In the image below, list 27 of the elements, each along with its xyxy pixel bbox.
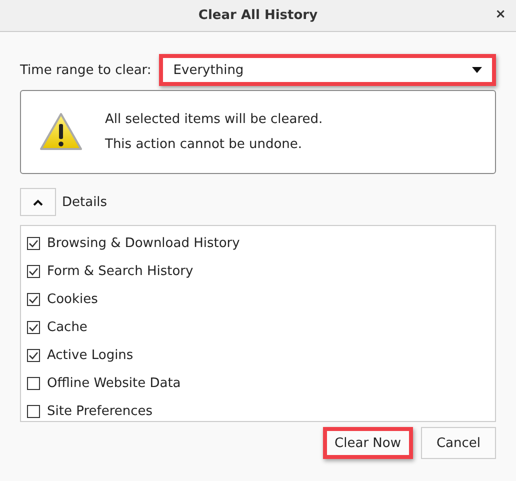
checkbox-label[interactable]: Cookies: [47, 292, 98, 306]
checkbox-label[interactable]: Site Preferences: [47, 404, 153, 418]
checkbox[interactable]: [27, 264, 40, 278]
checkbox-label[interactable]: Offline Website Data: [47, 376, 181, 390]
window-title: Clear All History: [198, 8, 318, 23]
checkbox-label[interactable]: Form & Search History: [47, 264, 194, 278]
checkbox[interactable]: [27, 376, 40, 390]
checkbox[interactable]: [27, 236, 40, 250]
checkbox[interactable]: [27, 320, 40, 334]
checkbox[interactable]: [27, 292, 40, 306]
details-toggle-button[interactable]: [20, 188, 56, 216]
checkbox-label[interactable]: Browsing & Download History: [47, 236, 240, 250]
cancel-button[interactable]: Cancel: [421, 427, 496, 459]
time-range-dropdown[interactable]: Everything: [159, 54, 496, 86]
time-range-label: Time range to clear:: [20, 62, 152, 78]
chevron-icon: [33, 198, 43, 206]
close-icon[interactable]: ×: [495, 5, 506, 25]
warning-icon: [39, 112, 83, 152]
dropdown-arrow-icon: [472, 67, 482, 73]
checkbox[interactable]: [27, 348, 40, 362]
details-label: Details: [62, 194, 108, 210]
checkbox-label[interactable]: Cache: [47, 320, 88, 334]
warning-text: All selected items will be cleared.: [105, 112, 323, 127]
checkbox-label[interactable]: Active Logins: [47, 348, 134, 362]
clear-now-button[interactable]: Clear Now: [322, 427, 413, 459]
checkbox[interactable]: [27, 404, 40, 418]
warning-text: This action cannot be undone.: [105, 137, 304, 152]
